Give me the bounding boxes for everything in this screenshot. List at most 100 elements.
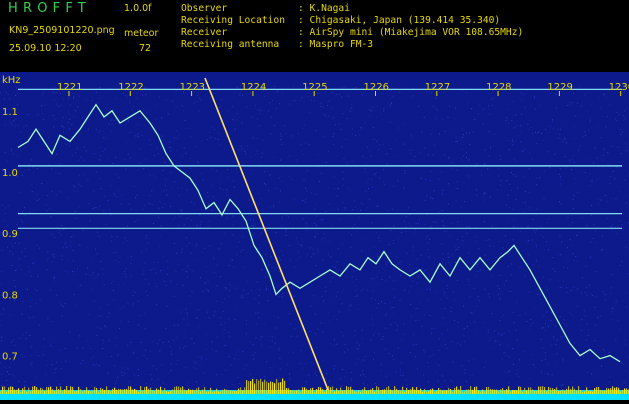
noise-dot [281, 144, 282, 145]
noise-dot [369, 109, 370, 110]
noise-dot [29, 164, 30, 165]
noise-dot [261, 232, 262, 233]
noise-dot [109, 210, 110, 211]
noise-dot [70, 104, 71, 105]
noise-dot [491, 276, 492, 277]
noise-dot [329, 241, 330, 242]
baseline-spike [356, 392, 357, 394]
noise-dot [548, 151, 549, 152]
noise-dot [14, 280, 15, 281]
baseline-spike [190, 390, 191, 394]
noise-dot [428, 381, 429, 382]
noise-dot [577, 235, 578, 236]
spectrogram-svg[interactable]: kHz 1.11.00.90.80.70.6 12211222122312241… [0, 72, 629, 400]
noise-dot [147, 295, 148, 296]
noise-dot [397, 180, 398, 181]
noise-dot [211, 126, 212, 127]
noise-dot [545, 129, 546, 130]
noise-dot [530, 326, 531, 327]
noise-dot [165, 384, 166, 385]
noise-dot [237, 350, 238, 351]
noise-dot [111, 124, 112, 125]
noise-dot [94, 277, 95, 278]
noise-dot [165, 179, 166, 180]
noise-dot [383, 339, 384, 340]
noise-dot [15, 118, 16, 119]
noise-dot [393, 307, 394, 308]
baseline-spike [0, 391, 1, 394]
noise-dot [351, 104, 352, 105]
noise-dot [344, 87, 345, 88]
noise-dot [190, 158, 191, 159]
noise-dot [310, 331, 311, 332]
baseline-spike [322, 389, 323, 394]
noise-dot [433, 354, 434, 355]
noise-dot [228, 177, 229, 178]
noise-dot [103, 273, 104, 274]
noise-dot [156, 304, 157, 305]
noise-dot [339, 219, 340, 220]
spectrogram-panel[interactable]: kHz 1.11.00.90.80.70.6 12211222122312241… [0, 72, 629, 400]
noise-dot [492, 226, 493, 227]
noise-dot [417, 258, 418, 259]
noise-dot [240, 93, 241, 94]
noise-dot [529, 255, 530, 256]
noise-dot [525, 191, 526, 192]
baseline-spike [338, 391, 339, 394]
noise-dot [187, 218, 188, 219]
baseline-spike [198, 387, 199, 394]
noise-dot [616, 198, 617, 199]
noise-dot [316, 265, 317, 266]
noise-dot [423, 350, 424, 351]
noise-dot [527, 263, 528, 264]
noise-dot [53, 87, 54, 88]
noise-dot [31, 347, 32, 348]
noise-dot [494, 134, 495, 135]
noise-dot [607, 201, 608, 202]
noise-dot [539, 177, 540, 178]
noise-dot [288, 216, 289, 217]
noise-dot [142, 95, 143, 96]
noise-dot [294, 296, 295, 297]
noise-dot [343, 185, 344, 186]
noise-dot [176, 130, 177, 131]
noise-dot [139, 315, 140, 316]
noise-dot [342, 87, 343, 88]
noise-dot [66, 361, 67, 362]
baseline-spike [272, 382, 273, 394]
noise-dot [25, 215, 26, 216]
noise-dot [531, 158, 532, 159]
noise-dot [340, 253, 341, 254]
noise-dot [289, 379, 290, 380]
noise-dot [369, 250, 370, 251]
noise-dot [410, 304, 411, 305]
noise-dot [153, 223, 154, 224]
noise-dot [488, 294, 489, 295]
noise-dot [570, 239, 571, 240]
noise-dot [483, 124, 484, 125]
noise-dot [588, 345, 589, 346]
noise-dot [54, 126, 55, 127]
noise-dot [138, 369, 139, 370]
noise-dot [341, 146, 342, 147]
noise-dot [187, 314, 188, 315]
noise-dot [588, 130, 589, 131]
noise-dot [185, 337, 186, 338]
noise-dot [218, 139, 219, 140]
noise-dot [104, 325, 105, 326]
noise-dot [421, 178, 422, 179]
noise-dot [259, 235, 260, 236]
noise-dot [529, 378, 530, 379]
noise-dot [321, 173, 322, 174]
noise-dot [292, 101, 293, 102]
noise-dot [464, 182, 465, 183]
noise-dot [111, 356, 112, 357]
baseline-spike [514, 390, 515, 394]
noise-dot [591, 205, 592, 206]
baseline-spike [352, 390, 353, 395]
noise-dot [111, 236, 112, 237]
noise-dot [447, 231, 448, 232]
noise-dot [509, 184, 510, 185]
noise-dot [512, 139, 513, 140]
noise-dot [347, 349, 348, 350]
